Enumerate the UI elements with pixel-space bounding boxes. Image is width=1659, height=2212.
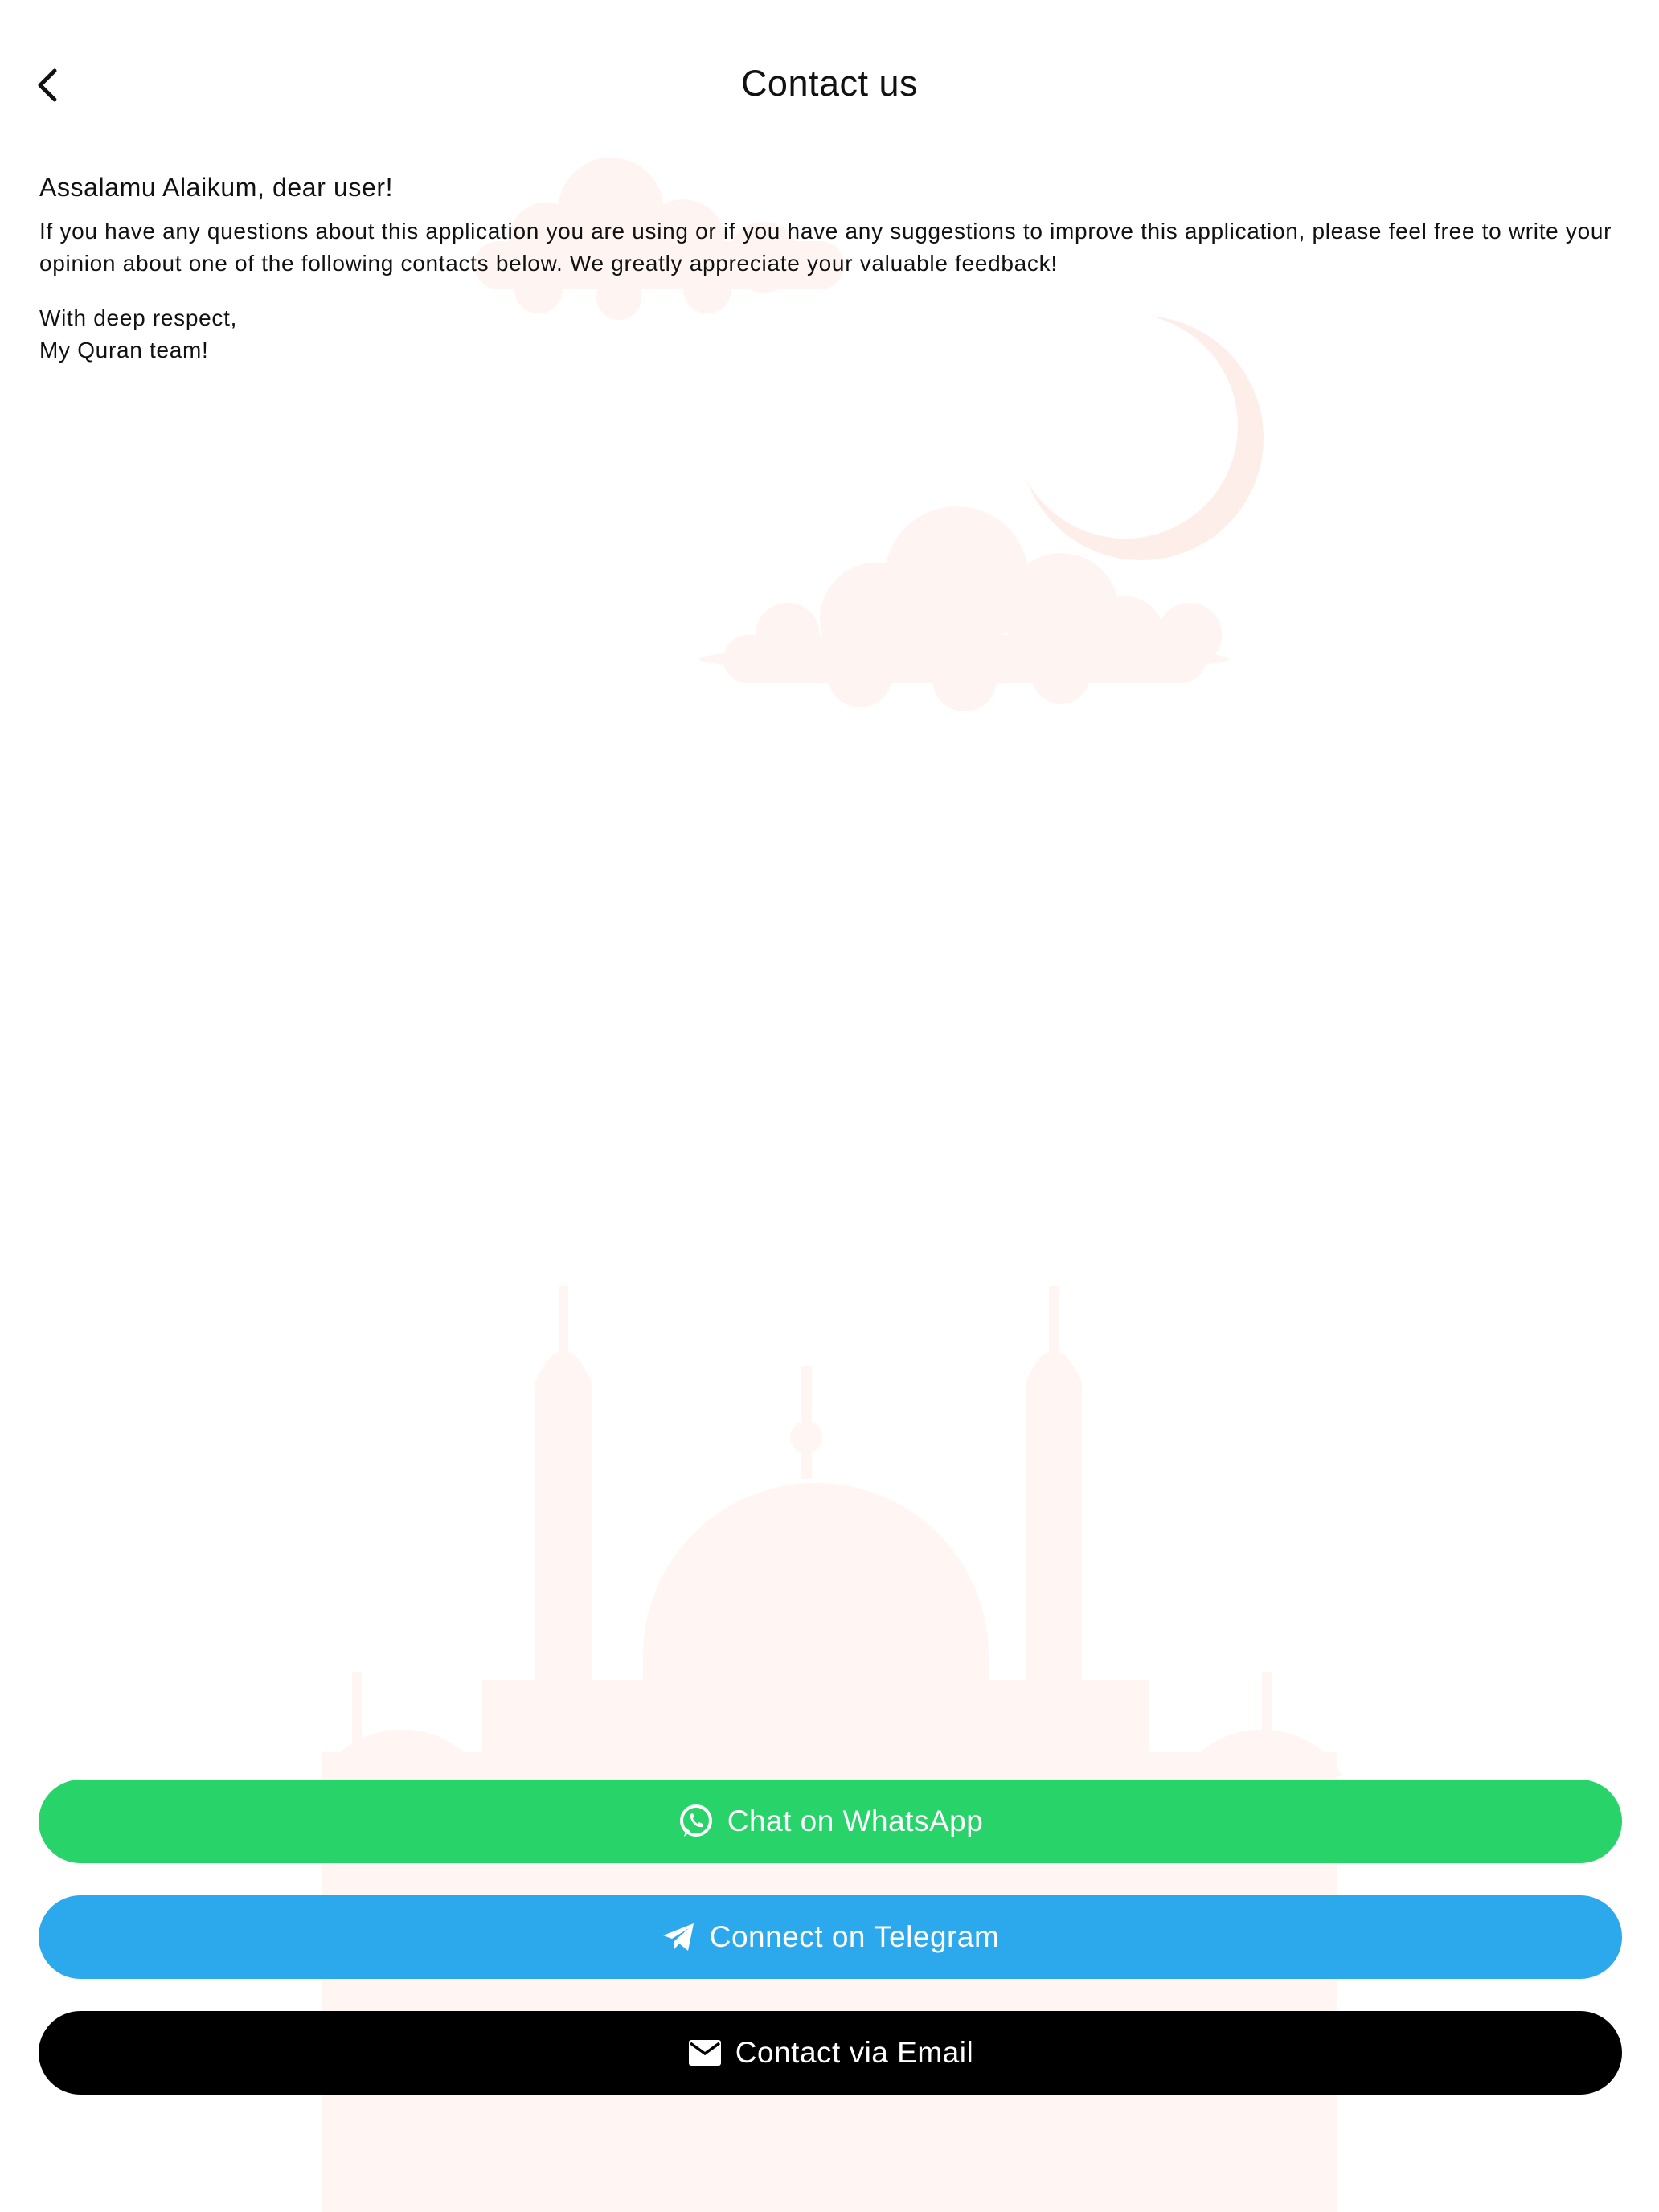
email-button-label: Contact via Email [735,2036,974,2069]
telegram-button[interactable]: Connect on Telegram [39,1895,1622,1979]
signoff-line: With deep respect, [39,305,238,330]
signoff-text: With deep respect, My Quran team! [39,302,1623,367]
mail-icon [687,2038,723,2067]
telegram-icon [662,1921,697,1953]
whatsapp-button-label: Chat on WhatsApp [727,1804,984,1837]
message-section: Assalamu Alaikum, dear user! If you have… [39,167,1623,367]
page-title: Contact us [740,63,919,104]
top-bar: Contact us [0,0,1659,169]
whatsapp-icon [678,1803,715,1840]
whatsapp-button[interactable]: Chat on WhatsApp [39,1780,1622,1863]
telegram-button-label: Connect on Telegram [709,1920,1000,1953]
greeting-text: Assalamu Alaikum, dear user! [39,173,394,202]
signoff-line: My Quran team! [39,338,209,363]
message-body-text: If you have any questions about this app… [39,219,1612,276]
email-button[interactable]: Contact via Email [39,2011,1622,2095]
